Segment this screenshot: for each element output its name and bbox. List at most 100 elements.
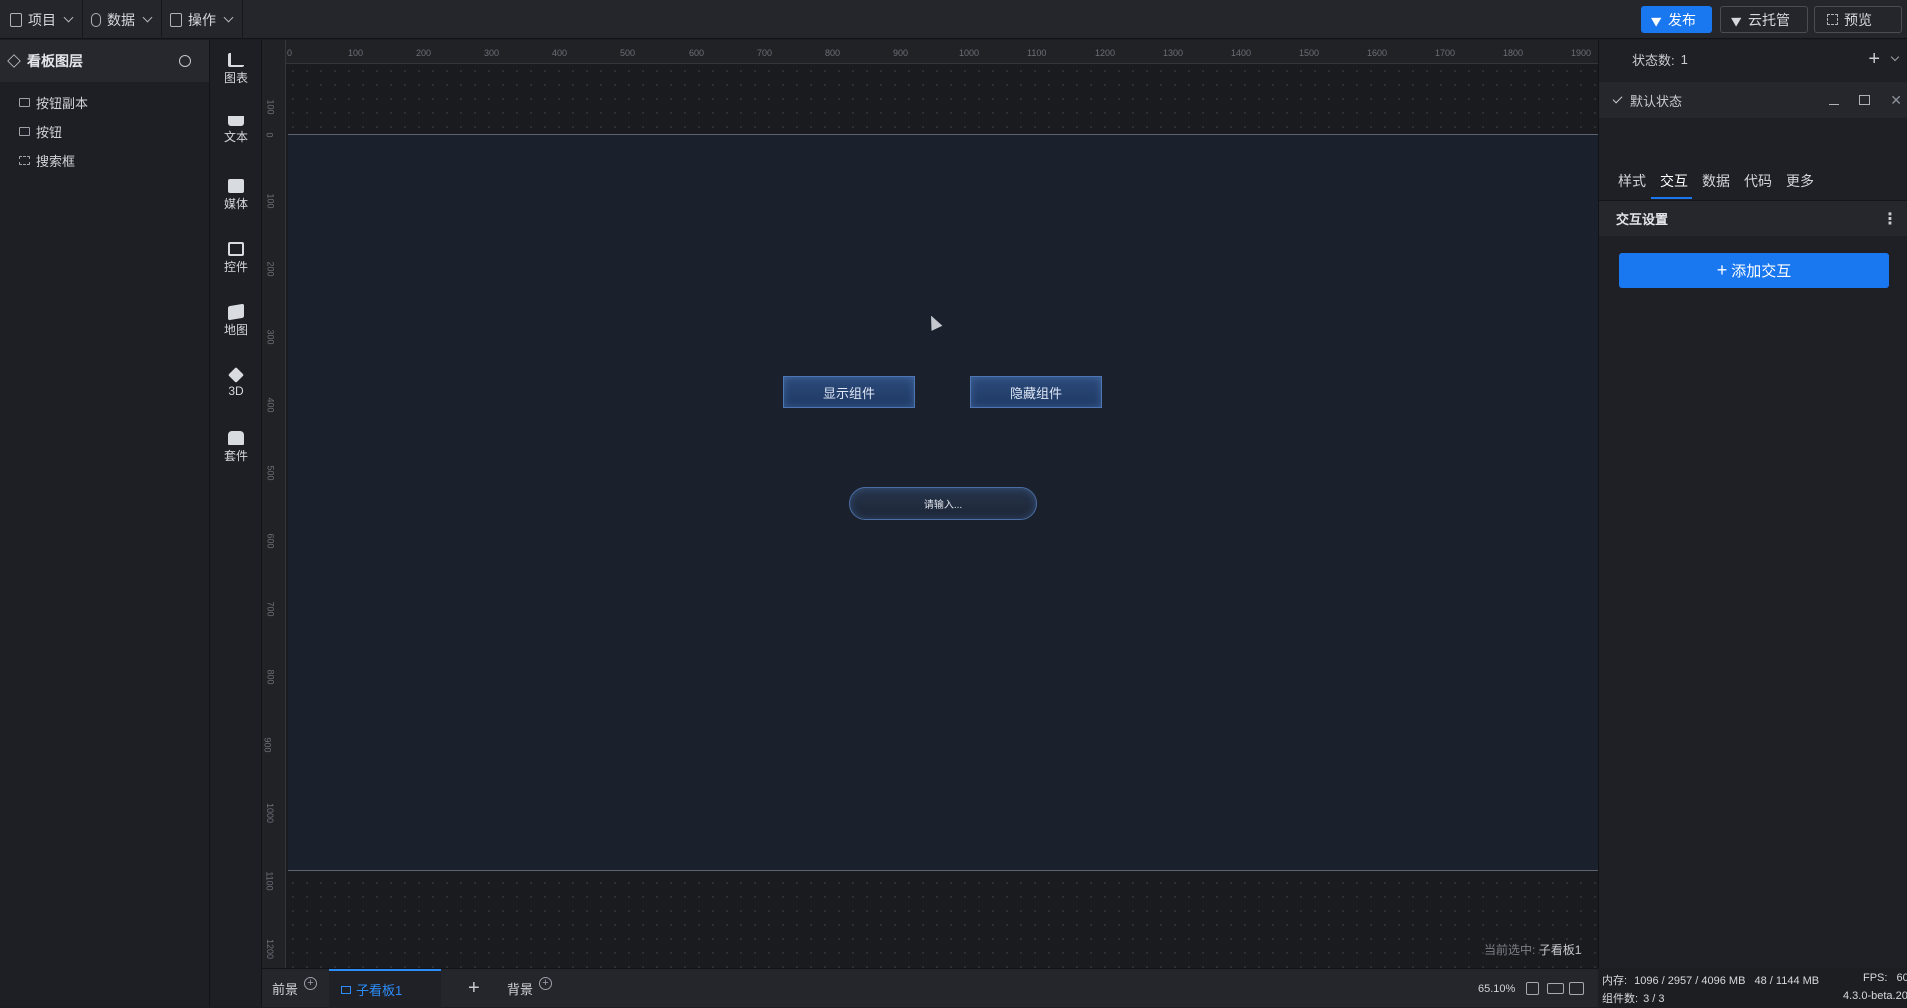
- ruler-label: 1900: [1571, 48, 1592, 58]
- image-icon: [19, 98, 30, 107]
- close-icon[interactable]: ✕: [1890, 92, 1902, 109]
- tab-style[interactable]: 样式: [1618, 171, 1646, 191]
- component-kit[interactable]: 套件: [210, 431, 262, 464]
- zoom-level[interactable]: 65.10%: [1478, 969, 1515, 1008]
- grid-icon: [170, 12, 182, 27]
- component-text[interactable]: 文本: [210, 116, 262, 145]
- top-bar: 项目 数据 操作 发布 云托管 预览: [0, 0, 1907, 39]
- cube-icon: [228, 367, 244, 383]
- menu-data[interactable]: 数据: [81, 0, 162, 39]
- component-label: 控件: [223, 260, 248, 274]
- edit-icon[interactable]: [1829, 95, 1840, 105]
- ruler-label: 900: [893, 48, 909, 58]
- menu-project[interactable]: 项目: [0, 0, 83, 39]
- ruler-label: 800: [825, 48, 841, 58]
- add-tab-button[interactable]: +: [468, 969, 480, 1008]
- add-state-icon[interactable]: +: [1868, 48, 1880, 71]
- current-selection: 当前选中: 子看板1: [1484, 941, 1581, 958]
- search-icon[interactable]: [179, 55, 191, 67]
- count-value: 3 / 3: [1643, 993, 1665, 1005]
- vertical-ruler: 100 0 100 200 300 400 500 600 700 800 90…: [262, 40, 286, 968]
- ruler-label: 500: [620, 48, 636, 58]
- ruler-label: 1100: [1027, 48, 1047, 58]
- fps-value: 60: [1896, 972, 1907, 984]
- more-vertical-icon[interactable]: ⋮: [1882, 209, 1898, 229]
- send-icon: [1651, 12, 1664, 27]
- ruler-label: 600: [689, 48, 705, 58]
- publish-button[interactable]: 发布: [1641, 6, 1712, 33]
- layer-item-label: 按钮副本: [36, 96, 89, 111]
- layers-header: 看板图层: [0, 40, 209, 82]
- ruler-label: 0: [287, 48, 293, 58]
- ruler-label: 1300: [1163, 48, 1184, 58]
- search-box-icon: [19, 156, 30, 165]
- terminal-icon[interactable]: [1569, 969, 1584, 1008]
- default-state-row[interactable]: 默认状态 ✕: [1599, 82, 1907, 118]
- map-icon: [228, 303, 244, 321]
- ruler-label: 1200: [1095, 48, 1116, 58]
- keyboard-icon[interactable]: [1547, 969, 1564, 1008]
- add-circle-icon[interactable]: +: [539, 977, 553, 990]
- interaction-settings-header: 交互设置 ⋮: [1599, 200, 1907, 236]
- ruler-label: 1000: [265, 802, 276, 824]
- check-icon: [1612, 93, 1623, 104]
- preview-button[interactable]: 预览: [1814, 6, 1902, 33]
- chevron-down-icon: [142, 12, 153, 23]
- tab-background[interactable]: 背景 +: [507, 969, 553, 1008]
- memory-status: 内存: 1096 / 2957 / 4096 MB 48 / 1144 MB: [1602, 972, 1819, 988]
- ruler-label: 700: [265, 601, 276, 617]
- menu-operate-label: 操作: [188, 11, 216, 28]
- component-control[interactable]: 控件: [210, 242, 262, 275]
- fit-icon[interactable]: [1526, 969, 1539, 1008]
- tab-code[interactable]: 代码: [1744, 171, 1772, 191]
- component-chart[interactable]: 图表: [210, 53, 262, 86]
- selection-label: 当前选中:: [1484, 943, 1536, 957]
- ruler-label: 100: [265, 193, 276, 209]
- tab-sub-board[interactable]: 子看板1: [329, 969, 441, 1008]
- component-label: 文本: [223, 130, 248, 144]
- component-media[interactable]: 媒体: [210, 179, 262, 212]
- section-title: 交互设置: [1616, 212, 1669, 227]
- selection-value: 子看板1: [1538, 943, 1582, 957]
- layer-item[interactable]: 搜索框: [0, 146, 209, 175]
- cloud-hosting-button[interactable]: 云托管: [1720, 6, 1808, 33]
- menu-data-label: 数据: [107, 11, 135, 28]
- tab-foreground[interactable]: 前景 +: [272, 969, 318, 1008]
- count-label: 组件数:: [1602, 993, 1639, 1005]
- layer-item[interactable]: 按钮: [0, 117, 209, 146]
- layer-item[interactable]: 按钮副本: [0, 88, 209, 117]
- search-input[interactable]: 请输入...: [849, 487, 1037, 520]
- cloud-label: 云托管: [1748, 11, 1790, 28]
- tab-more[interactable]: 更多: [1786, 171, 1814, 191]
- tab-sub-board-label: 子看板1: [356, 983, 403, 998]
- memory-value-2: 48 / 1144 MB: [1754, 975, 1820, 987]
- component-3d[interactable]: 3D: [210, 367, 262, 398]
- hide-component-button[interactable]: 隐藏组件: [970, 376, 1102, 408]
- plus-icon: +: [1716, 260, 1728, 280]
- ruler-label: 400: [265, 397, 276, 413]
- crown-icon: [228, 116, 244, 126]
- copy-icon[interactable]: [1859, 95, 1871, 105]
- ruler-label: 700: [757, 48, 773, 58]
- show-component-button[interactable]: 显示组件: [783, 376, 915, 408]
- layers-icon: [7, 54, 21, 68]
- ruler-label: 0: [264, 132, 275, 138]
- bottom-bar: 前景 + 子看板1 + 背景 + 65.10%: [262, 968, 1598, 1008]
- bar-chart-icon: [228, 53, 244, 67]
- add-interaction-button[interactable]: + 添加交互: [1619, 253, 1889, 288]
- tab-data[interactable]: 数据: [1702, 171, 1730, 191]
- ruler-label: 600: [265, 533, 276, 549]
- ruler-label: 1000: [959, 48, 980, 58]
- add-circle-icon[interactable]: +: [304, 977, 318, 990]
- layer-item-label: 按钮: [36, 125, 63, 140]
- active-tab-indicator: [1651, 197, 1692, 199]
- tab-foreground-label: 前景: [272, 982, 299, 997]
- memory-value: 1096 / 2957 / 4096 MB: [1634, 975, 1746, 987]
- menu-operate[interactable]: 操作: [160, 0, 243, 39]
- component-map[interactable]: 地图: [210, 303, 262, 338]
- ruler-label: 1100: [264, 871, 275, 891]
- state-count-row: 状态数: 1 +: [1599, 40, 1907, 78]
- chevron-down-icon[interactable]: [1890, 52, 1900, 62]
- fps-label: FPS:: [1863, 972, 1888, 984]
- tab-interaction[interactable]: 交互: [1660, 171, 1688, 191]
